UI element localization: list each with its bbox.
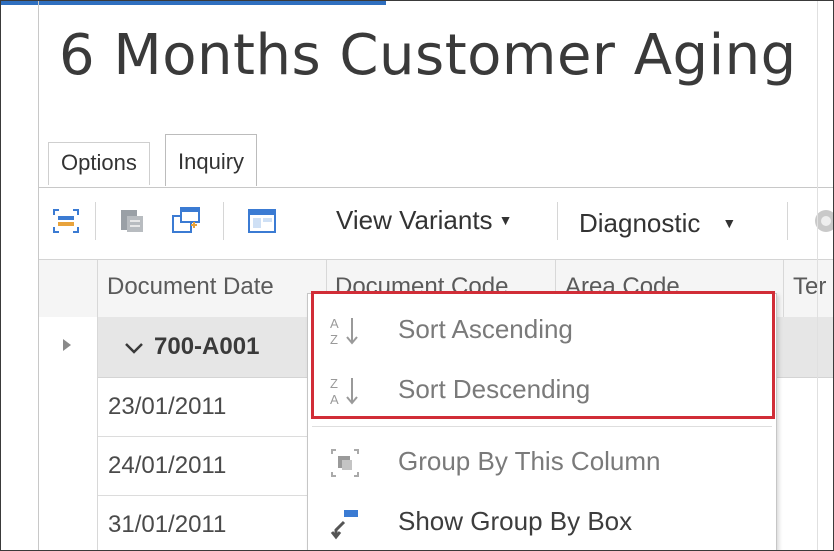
column-context-menu: A Z Sort Ascending Z A Sort Descending G…: [307, 293, 777, 550]
toolbar: View Variants ▼ Diagnostic ▼: [39, 187, 834, 260]
menu-item-label: Group By This Column: [398, 446, 661, 476]
menu-item-label: Sort Descending: [398, 374, 591, 404]
column-separator: [783, 260, 784, 317]
select-all-icon[interactable]: [51, 206, 81, 236]
toolbar-separator: [557, 202, 558, 240]
svg-text:A: A: [330, 392, 339, 407]
table-row[interactable]: 23/01/2011: [98, 378, 310, 437]
tab-inquiry[interactable]: Inquiry: [165, 134, 258, 186]
table-row[interactable]: 31/01/2011: [98, 496, 310, 550]
cell-document-date: 24/01/2011: [108, 452, 227, 479]
cell-document-date: 31/01/2011: [108, 511, 227, 538]
view-variants-label: View Variants: [336, 205, 493, 235]
column-separator: [97, 260, 98, 317]
chevron-down-icon[interactable]: [124, 341, 144, 355]
app-window: 6 Months Customer Aging Options Inquiry: [0, 0, 834, 551]
diagnostic-button[interactable]: Diagnostic ▼: [579, 208, 736, 239]
table-row[interactable]: 24/01/2011: [98, 437, 310, 496]
tab-options[interactable]: Options: [48, 142, 150, 185]
settings-icon[interactable]: [811, 206, 834, 236]
copy-records-icon[interactable]: [117, 206, 147, 236]
column-header-ter[interactable]: Ter: [793, 273, 826, 301]
column-header-document-date[interactable]: Document Date: [107, 273, 274, 301]
cell-document-date: 23/01/2011: [108, 393, 227, 420]
row-indicator-gutter: [39, 317, 98, 550]
diagnostic-label: Diagnostic: [579, 208, 701, 238]
toolbar-separator: [787, 202, 788, 240]
menu-item-sort-ascending[interactable]: A Z Sort Ascending: [308, 300, 774, 360]
page-title: 6 Months Customer Aging: [59, 23, 797, 88]
right-divider: [817, 1, 818, 550]
toolbar-separator: [95, 202, 96, 240]
toolbar-separator: [223, 202, 224, 240]
view-variants-icon[interactable]: [247, 206, 277, 236]
chevron-down-icon: ▼: [498, 212, 513, 228]
menu-separator: [312, 426, 772, 427]
svg-text:Z: Z: [330, 376, 338, 391]
row-expand-icon[interactable]: [63, 339, 71, 351]
sort-descending-icon: Z A: [330, 376, 358, 407]
menu-item-label: Sort Ascending: [398, 314, 573, 344]
menu-item-sort-descending[interactable]: Z A Sort Descending: [308, 360, 774, 420]
menu-item-group-by-column[interactable]: Group By This Column: [308, 432, 774, 492]
top-accent-bar: [1, 1, 386, 5]
group-by-column-icon: [331, 449, 359, 477]
menu-item-label: Show Group By Box: [398, 506, 633, 536]
chevron-down-icon: ▼: [722, 215, 737, 231]
svg-text:Z: Z: [330, 332, 338, 347]
menu-item-show-group-by-box[interactable]: Show Group By Box: [308, 492, 774, 550]
view-variants-button[interactable]: View Variants ▼: [336, 205, 512, 236]
sort-ascending-icon: A Z: [330, 316, 358, 347]
group-label: 700-A001: [154, 333, 260, 360]
new-window-icon[interactable]: [171, 206, 201, 236]
svg-text:A: A: [330, 316, 339, 331]
show-group-by-box-icon: [330, 510, 358, 540]
